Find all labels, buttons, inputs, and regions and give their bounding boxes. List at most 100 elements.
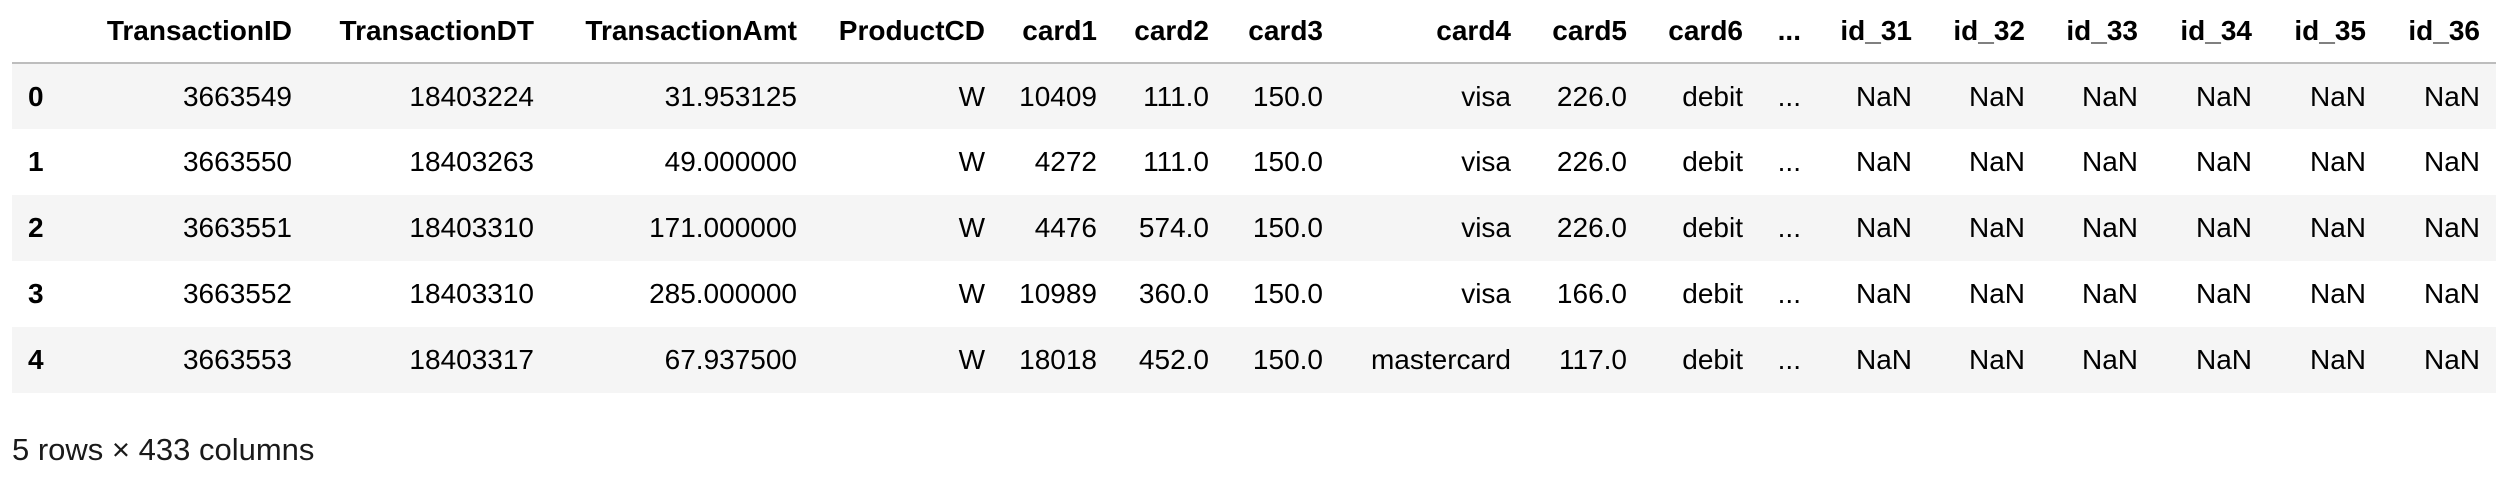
column-header: card3 xyxy=(1225,0,1339,64)
row-column-summary: 5 rows × 433 columns xyxy=(12,432,315,467)
table-cell: visa xyxy=(1461,146,1511,177)
table-cell: NaN xyxy=(1855,278,1912,309)
table-cell: ... xyxy=(1777,278,1801,309)
table-cell: ... xyxy=(1777,212,1801,243)
table-cell: 3663551 xyxy=(182,212,292,243)
table-cell: NaN xyxy=(1968,80,2025,112)
table-cell: W xyxy=(958,146,985,177)
table-cell: 150.0 xyxy=(1252,212,1323,243)
table-cell: NaN xyxy=(2423,278,2480,309)
table-cell: 3663552 xyxy=(182,278,292,309)
table-cell: 18403317 xyxy=(409,344,534,375)
table-cell: NaN xyxy=(2195,278,2252,309)
table-cell: 166.0 xyxy=(1556,278,1627,309)
table-cell: NaN xyxy=(2309,212,2366,243)
table-cell: 150.0 xyxy=(1252,344,1323,375)
table-cell: 67.937500 xyxy=(664,344,797,375)
table-header: TransactionID TransactionDT TransactionAmt… xyxy=(12,0,2496,64)
table-cell: NaN xyxy=(1968,146,2025,177)
table-cell: 360.0 xyxy=(1138,278,1209,309)
table-cell: NaN xyxy=(2423,212,2480,243)
table-cell: NaN xyxy=(1855,212,1912,243)
column-header: ProductCD xyxy=(813,0,1001,64)
column-header: card6 xyxy=(1643,0,1759,64)
table-cell: debit xyxy=(1682,344,1743,375)
table-cell: 574.0 xyxy=(1138,212,1209,243)
table-cell: 10989 xyxy=(1019,278,1097,309)
column-header: card1 xyxy=(1001,0,1113,64)
row-index: 4 xyxy=(28,344,44,375)
row-index: 0 xyxy=(28,80,44,112)
table-cell: ... xyxy=(1777,344,1801,375)
table-cell: 226.0 xyxy=(1556,80,1627,112)
table-cell: 150.0 xyxy=(1252,278,1323,309)
table-cell: NaN xyxy=(2423,146,2480,177)
table-cell: 226.0 xyxy=(1556,212,1627,243)
table-cell: NaN xyxy=(2195,344,2252,375)
column-header: TransactionDT xyxy=(308,0,550,64)
table-cell: NaN xyxy=(2081,344,2138,375)
dataframe-table: TransactionID TransactionDT TransactionAmt… xyxy=(12,0,2496,393)
table-cell: 18403310 xyxy=(409,212,534,243)
row-index: 2 xyxy=(28,212,44,243)
column-header: TransactionAmt xyxy=(550,0,813,64)
table-cell: NaN xyxy=(1968,278,2025,309)
table-cell: debit xyxy=(1682,278,1743,309)
table-cell: 18403263 xyxy=(409,146,534,177)
column-header: id_31 xyxy=(1817,0,1928,64)
column-header: card5 xyxy=(1527,0,1643,64)
table-body: 0 3663549 18403224 31.953125 W 10409 111.0 150.… xyxy=(12,63,2496,393)
table-cell: W xyxy=(958,278,985,309)
table-cell: 18403224 xyxy=(409,80,534,112)
table-cell: NaN xyxy=(2081,146,2138,177)
column-header: id_32 xyxy=(1928,0,2041,64)
table-cell: NaN xyxy=(1855,80,1912,112)
table-cell: NaN xyxy=(2423,344,2480,375)
table-row: 3 3663552 18403310 285.000000 W 10989 360.0 150… xyxy=(12,261,2496,327)
table-cell: 285.000000 xyxy=(649,278,797,309)
table-cell: 3663549 xyxy=(182,80,292,112)
table-cell: 4272 xyxy=(1034,146,1097,177)
column-header: card4 xyxy=(1339,0,1527,64)
table-cell: NaN xyxy=(1855,344,1912,375)
table-cell: 452.0 xyxy=(1138,344,1209,375)
table-cell: 150.0 xyxy=(1252,80,1323,112)
table-row: 0 3663549 18403224 31.953125 W 10409 111.0 150.… xyxy=(12,63,2496,129)
table-row: 1 3663550 18403263 49.000000 W 4272 111.0 150.0… xyxy=(12,129,2496,195)
table-cell: 18403310 xyxy=(409,278,534,309)
table-cell: debit xyxy=(1682,212,1743,243)
table-cell: debit xyxy=(1682,146,1743,177)
row-index: 3 xyxy=(28,278,44,309)
table-row: 4 3663553 18403317 67.937500 W 18018 452.0 150.… xyxy=(12,327,2496,393)
column-header: id_34 xyxy=(2154,0,2268,64)
table-cell: 111.0 xyxy=(1143,146,1209,177)
table-cell: NaN xyxy=(2081,278,2138,309)
table-cell: 171.000000 xyxy=(649,212,797,243)
column-header: card2 xyxy=(1113,0,1225,64)
dataframe-output: TransactionID TransactionDT TransactionAmt… xyxy=(0,0,2500,486)
table-cell: 4476 xyxy=(1034,212,1097,243)
table-cell: W xyxy=(958,80,985,112)
table-cell: NaN xyxy=(2195,80,2252,112)
column-header: id_36 xyxy=(2382,0,2496,64)
table-cell: 150.0 xyxy=(1252,146,1323,177)
column-header: ... xyxy=(1759,0,1817,64)
row-index: 1 xyxy=(28,146,44,177)
table-cell: 226.0 xyxy=(1556,146,1627,177)
header-row: TransactionID TransactionDT TransactionAmt… xyxy=(12,0,2496,64)
table-cell: W xyxy=(958,344,985,375)
table-cell: NaN xyxy=(2423,80,2480,112)
table-cell: 3663553 xyxy=(182,344,292,375)
table-cell: NaN xyxy=(2081,212,2138,243)
table-cell: NaN xyxy=(2309,278,2366,309)
table-cell: 31.953125 xyxy=(664,80,797,112)
table-cell: 10409 xyxy=(1019,80,1097,112)
table-cell: 111.0 xyxy=(1143,80,1209,112)
column-header: id_33 xyxy=(2041,0,2154,64)
table-cell: visa xyxy=(1461,278,1511,309)
table-cell: NaN xyxy=(2309,146,2366,177)
table-cell: 18018 xyxy=(1019,344,1097,375)
table-cell: visa xyxy=(1461,80,1511,112)
table-row: 2 3663551 18403310 171.000000 W 4476 574.0 150.… xyxy=(12,195,2496,261)
table-cell: NaN xyxy=(2195,212,2252,243)
